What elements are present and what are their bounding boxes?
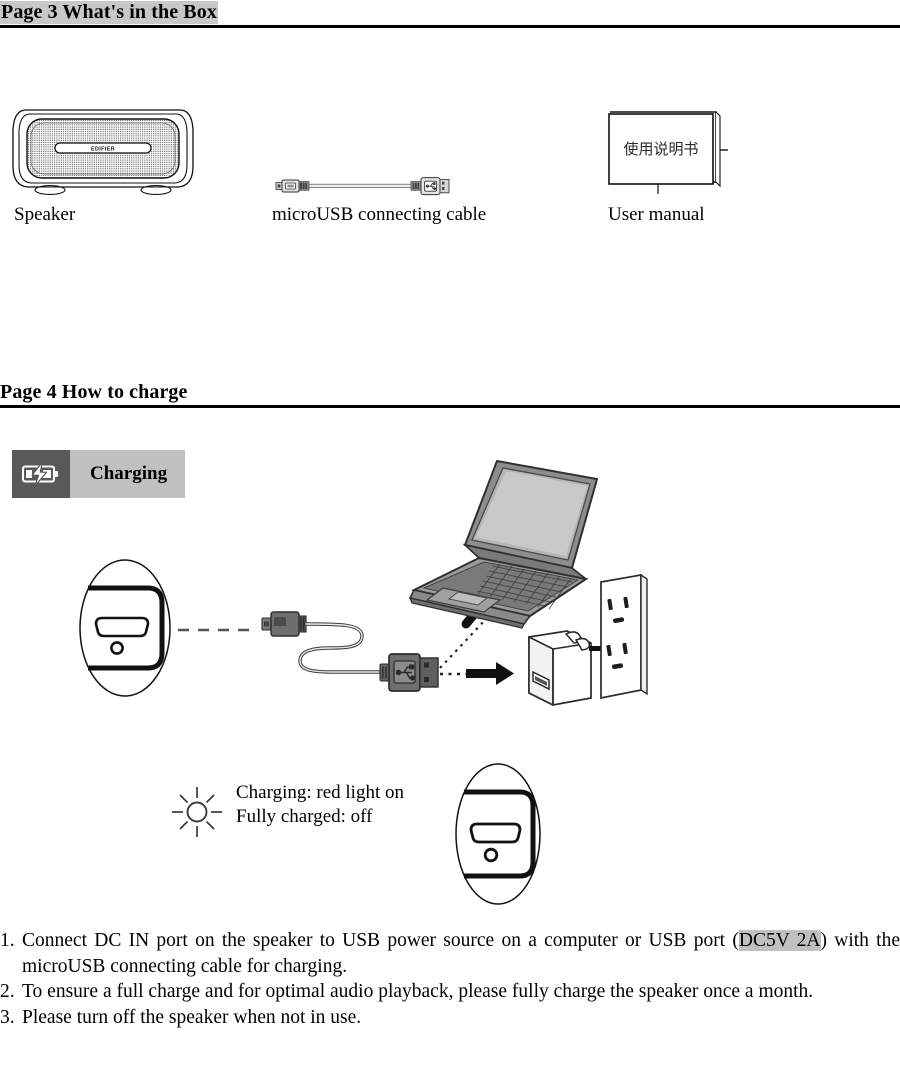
- legend-line-fully-charged: Fully charged: off: [236, 806, 373, 827]
- speaker-dcin-port-icon: [79, 559, 171, 697]
- speaker-icon: EDIFIER: [10, 100, 196, 200]
- instruction-number-1: 1.: [0, 930, 15, 951]
- box-contents-row: EDIFIER Speaker microUSB connecting cabl…: [0, 80, 900, 230]
- user-manual-caption: User manual: [608, 204, 705, 225]
- legend-line-charging: Charging: red light on: [236, 782, 404, 803]
- speaker-dcin-port-icon: [455, 763, 541, 905]
- instruction-text-1-pre: Connect DC IN port on the speaker to USB…: [22, 930, 739, 951]
- instruction-item-2: 2. To ensure a full charge and for optima…: [0, 979, 900, 1005]
- arrow-to-adapter: [466, 662, 514, 685]
- instruction-item-1: 1. Connect DC IN port on the speaker to U…: [0, 928, 900, 979]
- instruction-list: 1. Connect DC IN port on the speaker to U…: [0, 928, 900, 1030]
- indicator-light-icon: [172, 787, 222, 837]
- wall-outlet-icon: [600, 573, 648, 700]
- microusb-plug-icon: [261, 611, 307, 637]
- led-indicator-legend: Charging: red light on Fully charged: of…: [168, 763, 588, 905]
- instruction-highlight-dc5v2a: DC5V 2A: [738, 930, 821, 951]
- usb-cable-caption: microUSB connecting cable: [272, 204, 487, 225]
- usba-plug-icon: [379, 653, 439, 692]
- manual-cover-text: 使用说明书: [623, 140, 698, 158]
- instruction-number-3: 3.: [0, 1006, 15, 1028]
- page4-heading: Page 4 How to charge: [0, 381, 900, 408]
- page3-heading: Page 3 What's in the Box: [0, 1, 900, 28]
- page4-heading-rule: [0, 405, 900, 408]
- usb-power-adapter-icon: [528, 630, 592, 707]
- instruction-text-3: Please turn off the speaker when not in …: [22, 1006, 362, 1028]
- instruction-item-3: 3. Please turn off the speaker when not i…: [0, 1005, 900, 1031]
- speaker-caption: Speaker: [14, 204, 76, 225]
- page4-heading-text: Page 4 How to charge: [0, 381, 188, 403]
- page3-heading-text: Page 3 What's in the Box: [0, 1, 218, 24]
- instruction-text-2: To ensure a full charge and for optimal …: [22, 981, 814, 1002]
- usb-cable-icon: [272, 175, 457, 197]
- user-manual-icon: 使用说明书: [600, 110, 728, 198]
- instruction-number-2: 2.: [0, 981, 15, 1002]
- speaker-brand-label: EDIFIER: [91, 147, 115, 153]
- laptop-icon: [408, 459, 599, 629]
- page3-heading-rule: [0, 25, 900, 28]
